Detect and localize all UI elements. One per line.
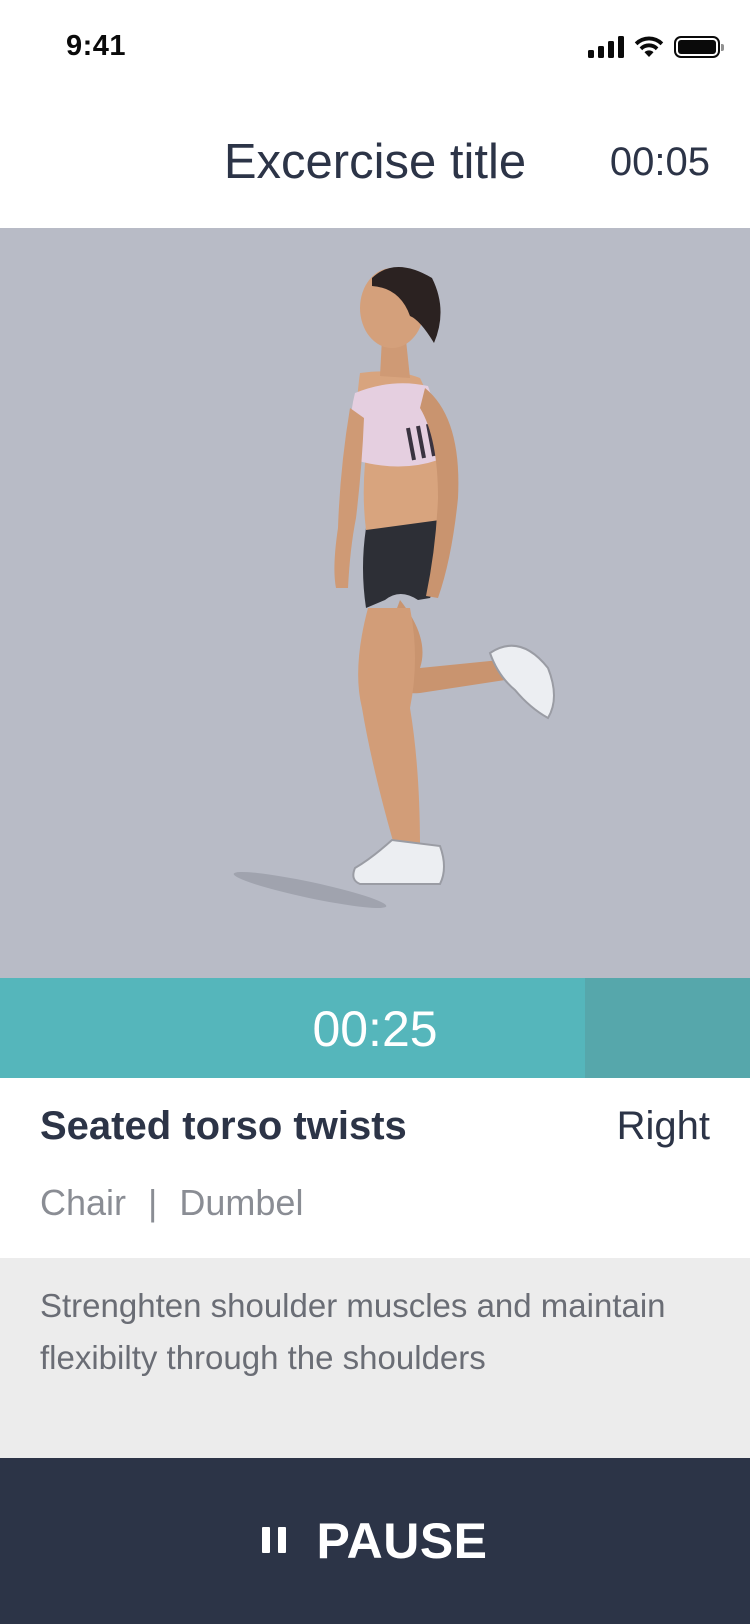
woman-standing-leg-curl-figure [233,267,555,909]
pause-button[interactable]: PAUSE [0,1458,750,1624]
equipment-item-dumbel: Dumbel [179,1182,304,1223]
cellular-signal-icon [588,36,624,58]
exercise-name: Seated torso twists [40,1104,407,1148]
pause-icon [262,1527,287,1553]
description-text: Strenghten shoulder muscles and maintain… [40,1287,666,1376]
status-bar: 9:41 [0,0,750,94]
exercise-image [0,228,750,978]
exercise-info: Seated torso twists Right Chair | Dumbel [0,1078,750,1258]
status-icons [588,32,724,58]
equipment-separator: | [148,1182,158,1223]
header: Excercise title 00:05 [0,94,750,228]
equipment-list: Chair | Dumbel [40,1182,303,1224]
countdown-time: 00:25 [312,1001,438,1057]
equipment-item-chair: Chair [40,1182,127,1223]
elapsed-timer: 00:05 [609,140,710,184]
status-time: 9:41 [66,30,127,62]
pause-label: PAUSE [316,1513,488,1569]
exercise-side: Right [616,1104,710,1148]
wifi-icon [634,36,664,57]
battery-icon [674,36,724,58]
countdown-bar: 00:25 [0,978,750,1078]
exercise-description: Strenghten shoulder muscles and maintain… [0,1258,750,1458]
